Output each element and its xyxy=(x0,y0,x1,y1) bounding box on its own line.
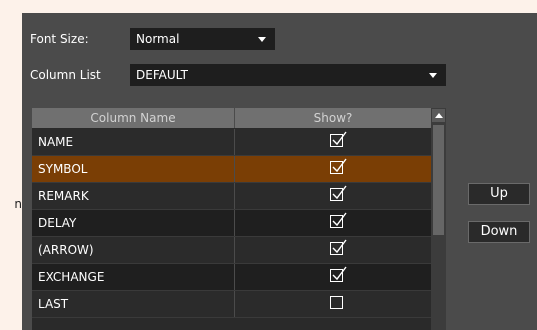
font-size-label: Font Size: xyxy=(30,32,89,46)
checkmark-icon xyxy=(332,131,347,146)
scroll-up-icon[interactable] xyxy=(432,109,445,122)
column-list-label: Column List xyxy=(30,68,101,82)
font-size-value: Normal xyxy=(136,32,180,46)
column-settings-panel: Font Size: Normal Column List DEFAULT Co… xyxy=(22,13,537,330)
show-cell xyxy=(235,183,431,209)
font-size-dropdown[interactable]: Normal xyxy=(130,28,275,50)
grid-header: Column Name Show? xyxy=(32,108,431,128)
column-name-cell: SYMBOL xyxy=(32,156,235,182)
show-checkbox[interactable] xyxy=(330,212,347,228)
show-cell xyxy=(235,291,431,317)
grid-rows: NAME SYMBOL REMARK DELAY (ARROW) EXCHANGE LAST xyxy=(32,129,431,318)
checkmark-icon xyxy=(332,158,347,173)
vertical-scrollbar[interactable] xyxy=(431,108,446,330)
show-checkbox[interactable] xyxy=(330,158,347,174)
scrollbar-thumb[interactable] xyxy=(433,125,444,235)
show-checkbox[interactable] xyxy=(330,131,347,147)
column-name-cell: DELAY xyxy=(32,210,235,236)
show-checkbox[interactable] xyxy=(330,185,347,201)
show-checkbox[interactable] xyxy=(330,239,347,255)
column-name-cell: EXCHANGE xyxy=(32,264,235,290)
table-row[interactable]: DELAY xyxy=(32,210,431,237)
up-button[interactable]: Up xyxy=(468,183,530,205)
column-name-cell: (ARROW) xyxy=(32,237,235,263)
chevron-down-icon xyxy=(429,73,437,78)
column-name-cell: NAME xyxy=(32,129,235,155)
show-cell xyxy=(235,210,431,236)
down-button[interactable]: Down xyxy=(468,221,530,243)
table-row[interactable]: NAME xyxy=(32,129,431,156)
column-name-cell: LAST xyxy=(32,291,235,317)
show-checkbox[interactable] xyxy=(330,296,343,309)
show-cell xyxy=(235,129,431,155)
table-row[interactable]: REMARK xyxy=(32,183,431,210)
show-header[interactable]: Show? xyxy=(235,108,431,128)
column-name-header[interactable]: Column Name xyxy=(32,108,235,128)
table-row[interactable]: EXCHANGE xyxy=(32,264,431,291)
chevron-down-icon xyxy=(258,37,266,42)
table-row[interactable]: (ARROW) xyxy=(32,237,431,264)
checkmark-icon xyxy=(332,266,347,281)
table-row[interactable]: LAST xyxy=(32,291,431,318)
checkmark-icon xyxy=(332,212,347,227)
checkmark-icon xyxy=(332,239,347,254)
clipped-text-fragment: n xyxy=(14,197,22,211)
column-list-value: DEFAULT xyxy=(136,68,188,82)
show-cell xyxy=(235,156,431,182)
show-cell xyxy=(235,237,431,263)
column-list-dropdown[interactable]: DEFAULT xyxy=(130,64,446,86)
show-cell xyxy=(235,264,431,290)
column-name-cell: REMARK xyxy=(32,183,235,209)
checkmark-icon xyxy=(332,185,347,200)
show-checkbox[interactable] xyxy=(330,266,347,282)
columns-grid: Column Name Show? NAME SYMBOL REMARK DELAY(… xyxy=(32,108,446,330)
table-row[interactable]: SYMBOL xyxy=(32,156,431,183)
